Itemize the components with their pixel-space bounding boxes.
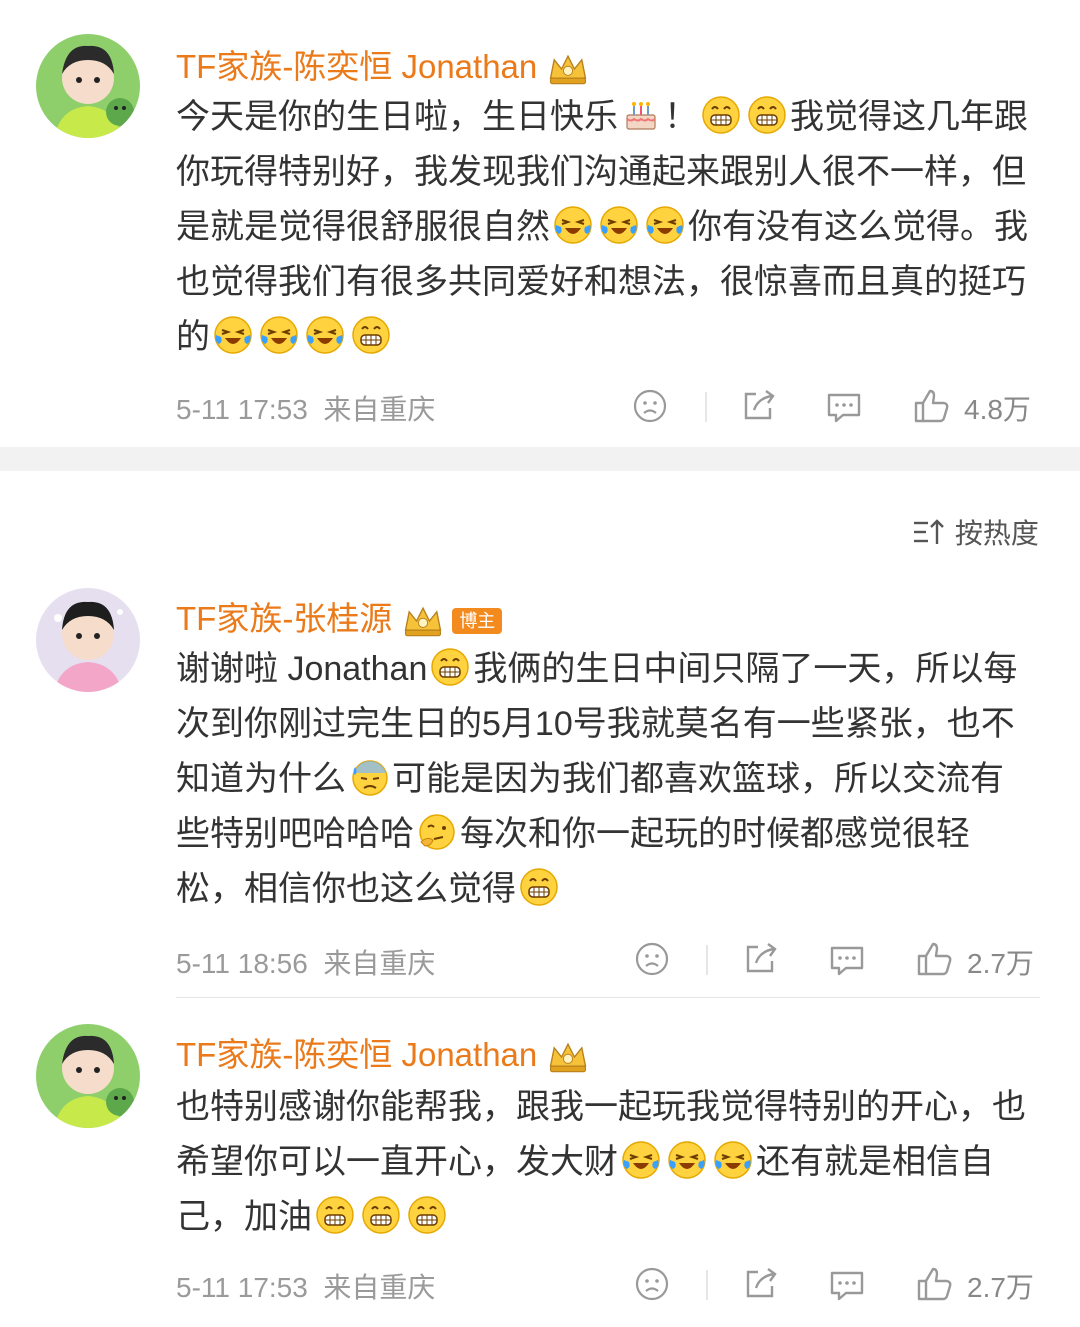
like-icon[interactable] [915, 1264, 955, 1304]
laugh-cry-emoji [713, 1140, 753, 1180]
avatar[interactable] [36, 1024, 140, 1128]
laugh-cry-emoji [621, 1140, 661, 1180]
like-count: 4.8万 [964, 394, 1031, 425]
location: 来自重庆 [323, 1272, 436, 1303]
dislike-icon[interactable] [630, 386, 670, 426]
grin-emoji [701, 95, 741, 135]
grin-emoji [519, 867, 559, 907]
share-icon[interactable] [740, 1264, 780, 1304]
avatar-image [36, 34, 140, 138]
laugh-cry-emoji [645, 205, 685, 245]
comment-3: TF家族-陈奕恒 Jonathan 也特别感谢你能帮我，跟我一起玩我觉得特别的开… [0, 1000, 1080, 1327]
comment-text: 今天是你的生日啦，生日快乐！我觉得这几年跟你玩得特别好，我发现我们沟通起来跟别人… [176, 90, 1036, 365]
laugh-cry-emoji [305, 315, 345, 355]
comment-meta: 5-11 17:53 来自重庆 [176, 388, 435, 428]
grin-emoji [747, 95, 787, 135]
blogger-badge: 博主 [452, 608, 503, 635]
timestamp: 5-11 17:53 [176, 394, 308, 425]
comment-text: 也特别感谢你能帮我，跟我一起玩我觉得特别的开心，也希望你可以一直开心，发大财 还有… [176, 1080, 1036, 1245]
grin-emoji [407, 1195, 447, 1235]
grin-emoji [351, 315, 391, 355]
crown-icon [400, 602, 446, 640]
timestamp: 5-11 18:56 [176, 948, 308, 979]
avatar[interactable] [36, 588, 140, 692]
text-segment: ！ [664, 98, 698, 136]
username-text: TF家族-张桂源 [176, 600, 393, 637]
cake-emoji [621, 95, 661, 135]
avatar[interactable] [36, 34, 140, 138]
laugh-cry-emoji [553, 205, 593, 245]
sweat-emoji [349, 757, 389, 797]
thinking-emoji [417, 812, 457, 852]
location: 来自重庆 [323, 948, 436, 979]
laugh-cry-emoji [667, 1140, 707, 1180]
comment-2: TF家族-张桂源 博主 谢谢啦 Jonathan 我俩的生日中间只隔了一天，所以每次… [0, 560, 1080, 1000]
comment-icon[interactable] [827, 939, 867, 979]
username[interactable]: TF家族-张桂源 博主 [176, 592, 503, 640]
separator [706, 1270, 708, 1300]
grin-emoji [430, 647, 470, 687]
section-divider [0, 447, 1080, 471]
share-icon[interactable] [740, 939, 780, 979]
grin-emoji [361, 1195, 401, 1235]
like-icon[interactable] [912, 386, 952, 426]
comment-meta: 5-11 17:53 来自重庆 [176, 1266, 435, 1306]
separator [705, 392, 707, 422]
location: 来自重庆 [323, 394, 436, 425]
crown-icon [545, 1038, 591, 1076]
comment-meta: 5-11 18:56 来自重庆 [176, 942, 435, 982]
like-icon[interactable] [915, 939, 955, 979]
comment-1: TF家族-陈奕恒 Jonathan 今天是你的生日啦，生日快乐！我觉得这几年跟你… [0, 0, 1080, 447]
laugh-cry-emoji [213, 315, 253, 355]
sort-icon [914, 519, 944, 544]
sort-toggle[interactable]: 按热度 [912, 512, 1039, 552]
laugh-cry-emoji [259, 315, 299, 355]
timestamp: 5-11 17:53 [176, 1272, 308, 1303]
like-count: 2.7万 [967, 948, 1034, 979]
comment-text: 谢谢啦 Jonathan 我俩的生日中间只隔了一天，所以每次到你刚过完生日的5月1… [176, 642, 1036, 917]
laugh-cry-emoji [599, 205, 639, 245]
avatar-image [36, 1024, 140, 1128]
avatar-image [36, 588, 140, 692]
divider [176, 997, 1040, 998]
dislike-icon[interactable] [632, 939, 672, 979]
username[interactable]: TF家族-陈奕恒 Jonathan [176, 40, 591, 88]
crown-icon [545, 50, 591, 88]
share-icon[interactable] [738, 386, 778, 426]
dislike-icon[interactable] [632, 1264, 672, 1304]
like-count: 2.7万 [967, 1272, 1034, 1303]
username-text: TF家族-陈奕恒 Jonathan [176, 48, 538, 85]
comment-icon[interactable] [824, 386, 864, 426]
text-segment: 谢谢啦 Jonathan [176, 650, 428, 688]
comment-icon[interactable] [827, 1264, 867, 1304]
username[interactable]: TF家族-陈奕恒 Jonathan [176, 1028, 591, 1076]
separator [706, 945, 708, 975]
username-text: TF家族-陈奕恒 Jonathan [176, 1036, 538, 1073]
text-segment: 今天是你的生日啦，生日快乐 [176, 98, 618, 136]
sort-label: 按热度 [954, 517, 1039, 550]
grin-emoji [315, 1195, 355, 1235]
